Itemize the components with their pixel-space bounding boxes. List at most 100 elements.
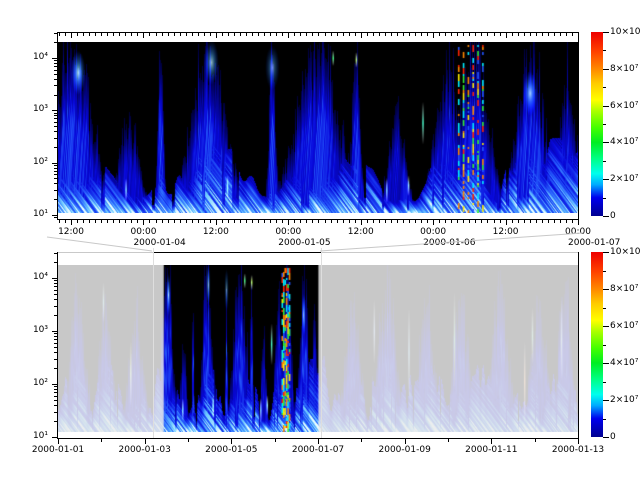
x-major-tick — [71, 220, 72, 225]
x-major-tick — [578, 439, 579, 444]
x-minor-tick-top — [548, 33, 549, 36]
y-minor-tick — [54, 63, 57, 64]
x-minor-tick — [469, 220, 470, 223]
x-minor-tick — [481, 220, 482, 223]
x-minor-tick-top — [421, 33, 422, 36]
x-minor-tick — [331, 220, 332, 223]
x-minor-tick — [355, 220, 356, 223]
x-major-tick-top — [143, 33, 144, 38]
colorbar-minor-tick — [603, 419, 606, 420]
x-minor-tick — [439, 220, 440, 223]
y-tick-label: 10¹ — [14, 431, 48, 442]
colorbar-tick-label: 4×10⁷ — [610, 358, 638, 369]
x-major-tick-top — [361, 33, 362, 38]
y-tick-label: 10² — [14, 157, 48, 168]
y-minor-tick — [54, 174, 57, 175]
x-minor-tick-top — [252, 33, 253, 36]
y-minor-tick — [54, 183, 57, 184]
x-tick-label: 00:00 — [275, 227, 301, 238]
x-major-tick — [433, 220, 434, 225]
x-minor-tick — [65, 220, 66, 223]
y-minor-tick — [54, 280, 57, 281]
x-minor-tick-top — [518, 33, 519, 36]
y-minor-tick — [54, 113, 57, 114]
y-minor-tick — [54, 165, 57, 166]
x-major-tick-top — [71, 33, 72, 38]
y-major-tick — [52, 58, 57, 59]
colorbar-tick-label: 4×10⁷ — [610, 137, 638, 148]
x-minor-tick-top — [318, 33, 319, 36]
y-minor-tick — [54, 368, 57, 369]
x-minor-tick — [349, 220, 350, 223]
x-minor-tick-top — [137, 33, 138, 36]
y-minor-tick — [54, 168, 57, 169]
x-minor-tick — [518, 220, 519, 223]
y-major-tick — [52, 110, 57, 111]
x-minor-tick — [186, 220, 187, 223]
x-minor-tick — [451, 220, 452, 223]
x-minor-tick — [385, 220, 386, 223]
x-minor-tick-top — [542, 33, 543, 36]
y-minor-tick — [54, 131, 57, 132]
right-zoom-connector-line — [320, 233, 583, 251]
x-minor-tick — [275, 439, 276, 442]
selection-right-edge[interactable] — [321, 248, 322, 438]
selection-region[interactable] — [153, 248, 321, 438]
x-minor-tick — [391, 220, 392, 223]
x-minor-tick-top — [107, 33, 108, 36]
x-minor-tick — [361, 439, 362, 442]
y-minor-tick — [54, 33, 57, 34]
x-minor-tick — [403, 220, 404, 223]
colorbar-tick-label: 6×10⁷ — [610, 321, 638, 332]
x-minor-tick-top — [457, 33, 458, 36]
colorbar-minor-tick — [603, 87, 606, 88]
x-minor-tick-top — [494, 33, 495, 36]
y-minor-tick — [54, 171, 57, 172]
x-major-tick-top — [216, 33, 217, 38]
x-minor-tick — [89, 220, 90, 223]
x-minor-tick — [536, 220, 537, 223]
x-major-tick — [361, 220, 362, 225]
x-minor-tick-top — [469, 33, 470, 36]
x-minor-tick-top — [174, 33, 175, 36]
x-minor-tick — [524, 220, 525, 223]
x-minor-tick-top — [95, 33, 96, 36]
y-minor-tick — [54, 290, 57, 291]
selection-left-edge[interactable] — [153, 248, 154, 438]
x-minor-tick — [188, 439, 189, 442]
y-minor-tick — [54, 178, 57, 179]
x-minor-tick-top — [228, 33, 229, 36]
x-minor-tick-top — [168, 33, 169, 36]
y-minor-tick — [54, 60, 57, 61]
colorbar-major-tick — [603, 326, 609, 327]
y-major-tick — [52, 437, 57, 438]
x-major-tick — [143, 220, 144, 225]
y-major-tick — [52, 215, 57, 216]
x-minor-tick — [542, 220, 543, 223]
x-minor-tick-top — [300, 33, 301, 36]
x-minor-tick-top — [210, 33, 211, 36]
x-minor-tick-top — [572, 33, 573, 36]
y-minor-tick — [54, 190, 57, 191]
y-minor-tick — [54, 392, 57, 393]
detail-spectrogram-canvas[interactable] — [58, 42, 578, 213]
x-minor-tick-top — [156, 33, 157, 36]
x-major-tick-top — [506, 33, 507, 38]
y-minor-tick — [54, 389, 57, 390]
y-minor-tick — [54, 115, 57, 116]
x-minor-tick-top — [349, 33, 350, 36]
x-minor-tick-top — [59, 33, 60, 36]
x-minor-tick — [554, 220, 555, 223]
x-minor-tick — [512, 220, 513, 223]
colorbar-major-tick — [603, 32, 609, 33]
x-minor-tick — [204, 220, 205, 223]
x-minor-tick — [463, 220, 464, 223]
colorbar-major-tick — [603, 69, 609, 70]
x-minor-tick-top — [373, 33, 374, 36]
x-minor-tick-top — [355, 33, 356, 36]
x-minor-tick — [264, 220, 265, 223]
colorbar-major-tick — [603, 179, 609, 180]
x-minor-tick-top — [162, 33, 163, 36]
y-minor-tick — [54, 85, 57, 86]
y-minor-tick — [54, 352, 57, 353]
